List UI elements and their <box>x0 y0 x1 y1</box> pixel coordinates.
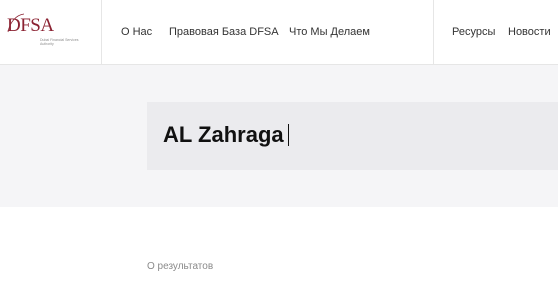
site-header: DFSA Dubai Financial Services Authority … <box>0 0 558 65</box>
nav-item-resources[interactable]: Ресурсы <box>452 26 495 38</box>
logo-text: DFSA <box>7 15 54 36</box>
search-input[interactable]: AL Zahraga <box>147 102 558 170</box>
nav-item-about[interactable]: О Нас <box>121 26 152 38</box>
page: DFSA Dubai Financial Services Authority … <box>0 0 558 283</box>
nav-item-news[interactable]: Новости <box>508 26 551 38</box>
nav-divider <box>433 0 434 64</box>
logo-tagline: Dubai Financial Services Authority <box>40 38 79 47</box>
nav-item-what-we-do[interactable]: Что Мы Делаем <box>289 26 370 38</box>
dfsa-logo-link[interactable]: DFSA Dubai Financial Services Authority <box>0 0 102 64</box>
text-caret <box>287 124 289 146</box>
search-section: AL Zahraga <box>0 65 558 207</box>
nav-item-legal-framework[interactable]: Правовая База DFSA <box>169 26 279 38</box>
search-input-value[interactable]: AL Zahraga <box>163 122 289 148</box>
results-count: О результатов <box>147 261 214 272</box>
search-query-text: AL Zahraga <box>163 122 284 147</box>
